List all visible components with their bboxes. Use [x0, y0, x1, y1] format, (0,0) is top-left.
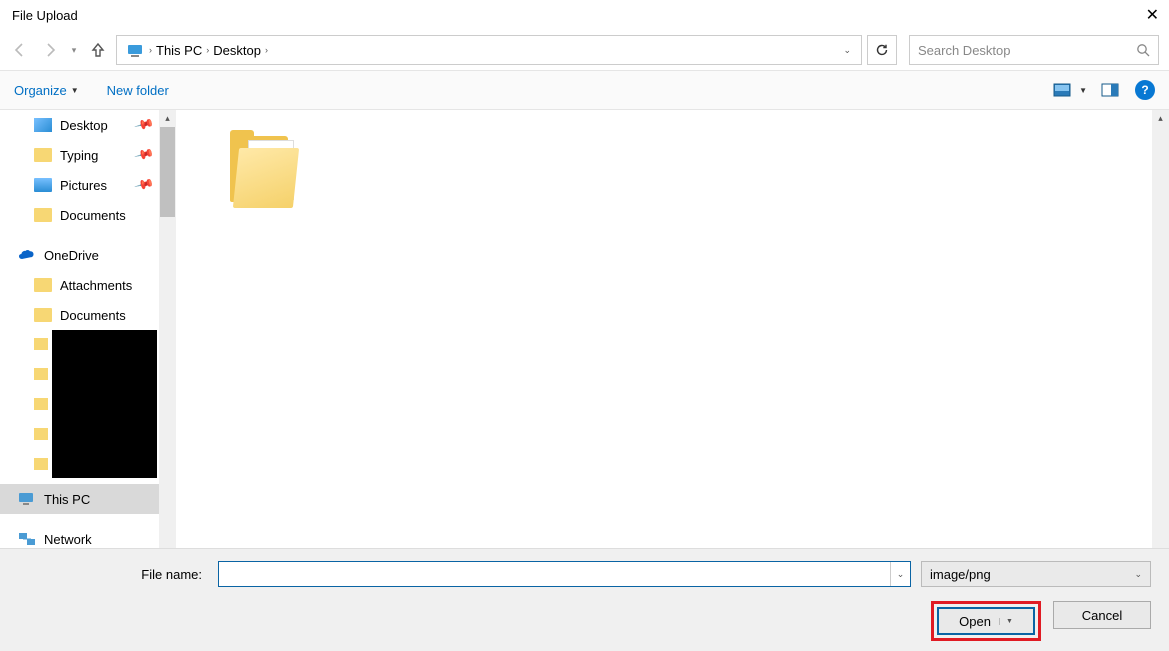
tree-label: Documents [60, 308, 126, 323]
folder-icon [226, 130, 306, 210]
cancel-label: Cancel [1082, 608, 1122, 623]
filename-field[interactable]: ⌄ [218, 561, 911, 587]
address-bar[interactable]: › This PC › Desktop › ⌄ [116, 35, 862, 65]
folder-icon [34, 368, 48, 380]
folder-icon [34, 148, 52, 162]
refresh-button[interactable] [867, 35, 897, 65]
pc-icon [18, 492, 36, 506]
breadcrumb-root[interactable]: This PC [152, 41, 206, 60]
filetype-select[interactable]: image/png ⌄ [921, 561, 1151, 587]
tree-label: Desktop [60, 118, 108, 133]
pin-icon: 📌 [133, 144, 155, 166]
filelist-scrollbar[interactable]: ▴ ▾ [1152, 110, 1169, 560]
tree-label: Pictures [60, 178, 107, 193]
tree-item-desktop[interactable]: Desktop 📌 [0, 110, 176, 140]
tree-label: This PC [44, 492, 90, 507]
breadcrumb-root-icon [123, 41, 149, 59]
tree-item-attachments[interactable]: Attachments [0, 270, 176, 300]
tree-item-documents[interactable]: Documents [0, 200, 176, 230]
filetype-label: image/png [930, 567, 991, 582]
help-button[interactable]: ? [1135, 80, 1155, 100]
view-mode-button[interactable]: ▼ [1053, 82, 1087, 98]
breadcrumb-current[interactable]: Desktop [209, 41, 265, 60]
tree-label: Attachments [60, 278, 132, 293]
onedrive-icon [18, 249, 36, 261]
tree-item-this-pc[interactable]: This PC [0, 484, 176, 514]
file-list-pane[interactable]: ▴ ▾ [176, 110, 1169, 560]
search-input[interactable] [918, 43, 1136, 58]
tree-label: OneDrive [44, 248, 99, 263]
folder-icon [34, 308, 52, 322]
tree-scrollbar[interactable]: ▴ ▾ [159, 110, 176, 560]
redacted-area [52, 330, 157, 478]
content-area: Desktop 📌 Typing 📌 Pictures 📌 Documents … [0, 110, 1169, 560]
titlebar: File Upload ✕ [0, 0, 1169, 30]
caret-down-icon: ⌄ [1134, 569, 1142, 580]
open-button[interactable]: Open ▼ [937, 607, 1035, 635]
tree-label: Network [44, 532, 92, 547]
folder-icon [34, 398, 48, 410]
cancel-button[interactable]: Cancel [1053, 601, 1151, 629]
tree-item-onedrive[interactable]: OneDrive [0, 240, 176, 270]
search-box[interactable] [909, 35, 1159, 65]
nav-row: ▾ › This PC › Desktop › ⌄ [0, 30, 1169, 70]
pin-icon: 📌 [133, 174, 155, 196]
filename-dropdown[interactable]: ⌄ [890, 562, 910, 586]
organize-menu[interactable]: Organize ▼ [14, 83, 79, 98]
chevron-right-icon: › [265, 45, 268, 55]
tree-item-pictures[interactable]: Pictures 📌 [0, 170, 176, 200]
tree-item-typing[interactable]: Typing 📌 [0, 140, 176, 170]
filename-input[interactable] [219, 567, 890, 582]
recent-dropdown[interactable]: ▾ [68, 38, 80, 62]
network-icon [18, 532, 36, 546]
folder-icon [34, 208, 52, 222]
tree-label: Typing [60, 148, 98, 163]
toolbar: Organize ▼ New folder ▼ ? [0, 70, 1169, 110]
caret-down-icon[interactable]: ▼ [999, 618, 1013, 625]
folder-icon [34, 178, 52, 192]
tree-item-onedrive-documents[interactable]: Documents [0, 300, 176, 330]
nav-tree: Desktop 📌 Typing 📌 Pictures 📌 Documents … [0, 110, 176, 560]
pin-icon: 📌 [133, 114, 155, 136]
scroll-up-icon[interactable]: ▴ [165, 110, 170, 127]
preview-pane-button[interactable] [1101, 82, 1121, 98]
organize-label: Organize [14, 83, 67, 98]
folder-icon [34, 428, 48, 440]
tree-label: Documents [60, 208, 126, 223]
folder-icon [34, 338, 48, 350]
new-folder-button[interactable]: New folder [107, 83, 169, 98]
open-button-highlight: Open ▼ [931, 601, 1041, 641]
close-button[interactable]: ✕ [1119, 5, 1159, 25]
open-label: Open [959, 614, 991, 629]
search-icon [1136, 43, 1150, 57]
filename-label: File name: [18, 567, 208, 582]
up-button[interactable] [86, 38, 110, 62]
caret-down-icon: ▼ [71, 86, 79, 95]
file-item-folder[interactable] [226, 130, 306, 240]
newfolder-label: New folder [107, 83, 169, 98]
scroll-up-icon[interactable]: ▴ [1152, 110, 1169, 127]
forward-button[interactable] [38, 38, 62, 62]
window-title: File Upload [10, 8, 1119, 23]
folder-icon [34, 278, 52, 292]
bottom-bar: File name: ⌄ image/png ⌄ Open ▼ Cancel [0, 548, 1169, 651]
address-dropdown[interactable]: ⌄ [839, 45, 855, 56]
scroll-thumb[interactable] [160, 127, 175, 217]
desktop-icon [34, 118, 52, 132]
folder-icon [34, 458, 48, 470]
back-button[interactable] [8, 38, 32, 62]
